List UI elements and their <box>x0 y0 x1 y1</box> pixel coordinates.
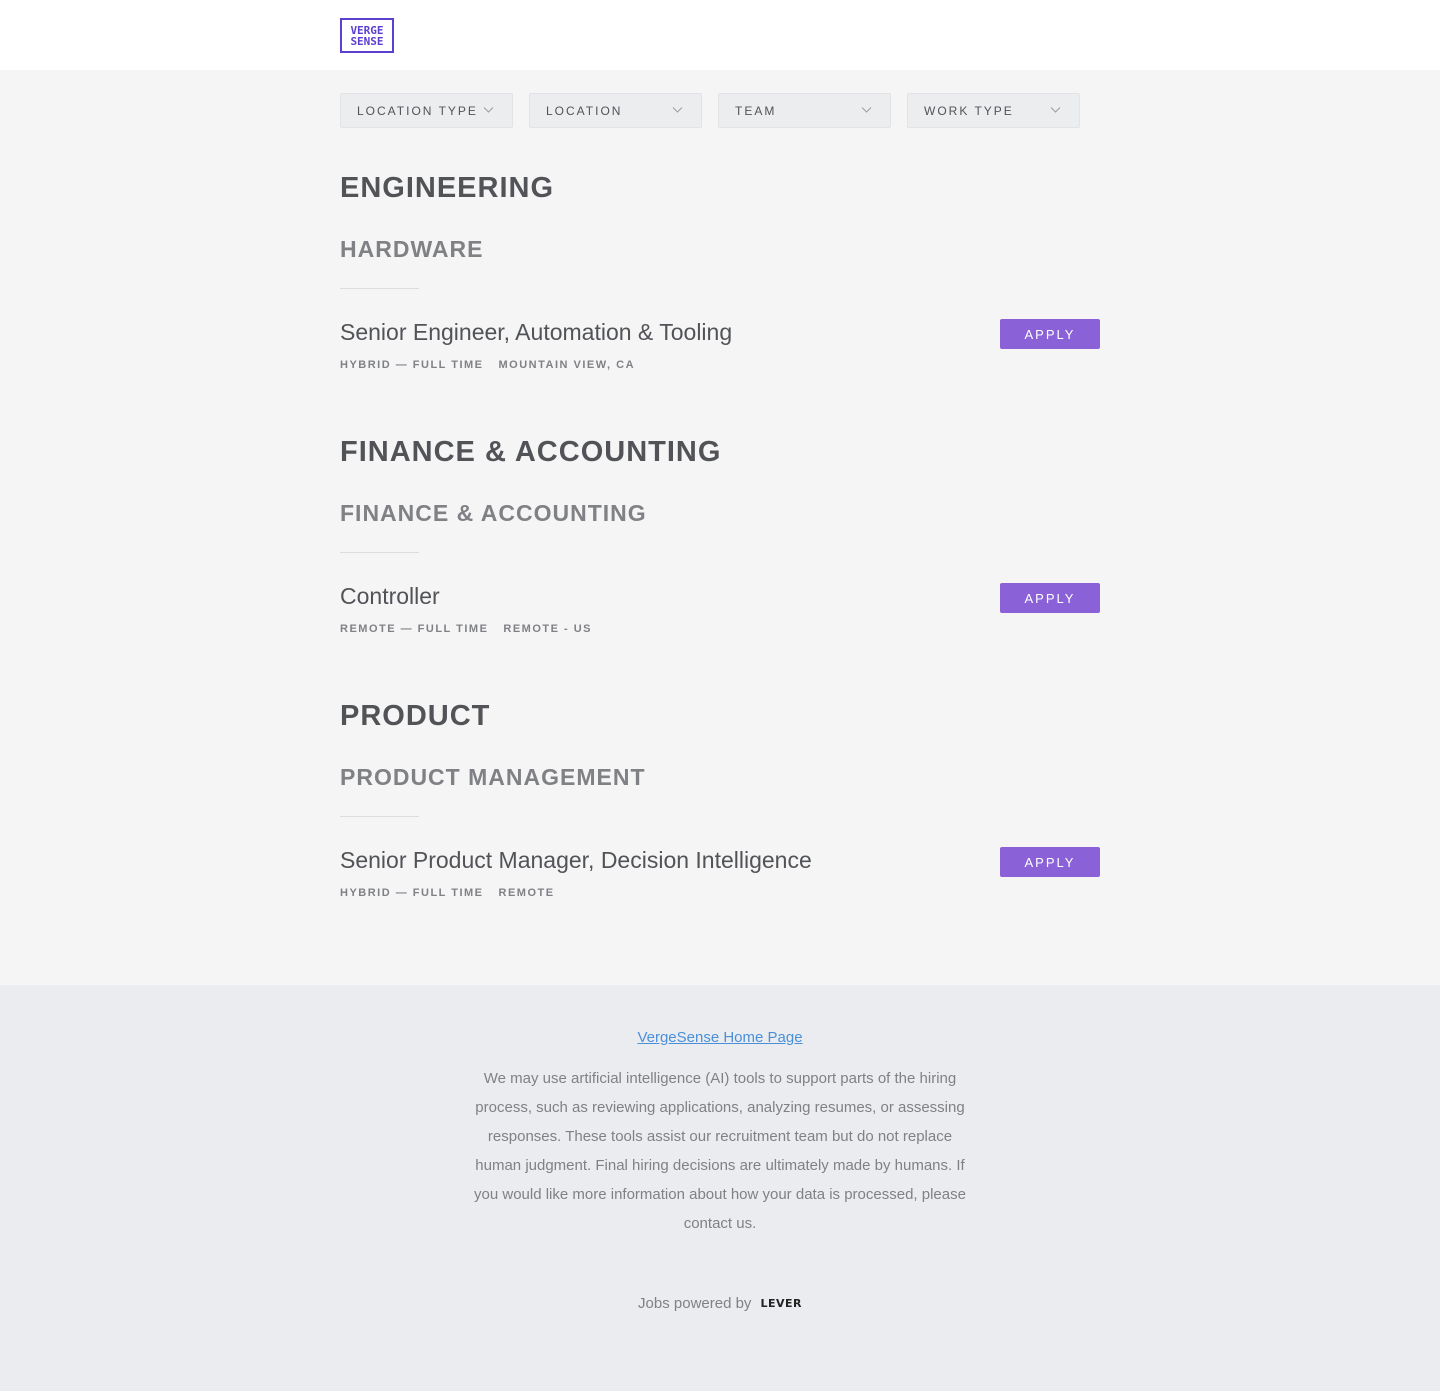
job-posting[interactable]: Controller REMOTE — FULL TIME REMOTE - U… <box>340 583 1100 643</box>
team-heading: PRODUCT MANAGEMENT <box>340 764 646 790</box>
home-page-link[interactable]: VergeSense Home Page <box>637 1029 802 1046</box>
job-posting[interactable]: Senior Engineer, Automation & Tooling HY… <box>340 319 1100 379</box>
job-commitment: HYBRID — FULL TIME <box>340 359 484 371</box>
job-commitment: HYBRID — FULL TIME <box>340 887 484 899</box>
job-location: REMOTE <box>498 887 555 899</box>
department-section: FINANCE & ACCOUNTING FINANCE & ACCOUNTIN… <box>340 436 1100 643</box>
filter-location-type[interactable]: LOCATION TYPE <box>340 93 513 128</box>
job-commitment: REMOTE — FULL TIME <box>340 623 489 635</box>
ai-notice: We may use artificial intelligence (AI) … <box>474 1070 966 1232</box>
filter-work-type[interactable]: WORK TYPE <box>907 93 1080 128</box>
apply-button[interactable]: APPLY <box>1000 583 1100 613</box>
job-meta: REMOTE — FULL TIME REMOTE - US <box>340 623 592 635</box>
job-title[interactable]: Senior Product Manager, Decision Intelli… <box>340 847 812 874</box>
page-header: VERGE SENSE <box>0 0 1440 70</box>
chevron-down-icon <box>1050 104 1061 115</box>
job-title[interactable]: Senior Engineer, Automation & Tooling <box>340 319 732 346</box>
logo-line-2: SENSE <box>350 34 384 48</box>
divider <box>340 288 419 289</box>
filter-label: WORK TYPE <box>924 103 1014 118</box>
job-meta: HYBRID — FULL TIME REMOTE <box>340 887 555 899</box>
department-heading: ENGINEERING <box>340 172 555 204</box>
department-section: PRODUCT PRODUCT MANAGEMENT Senior Produc… <box>340 700 1100 907</box>
divider <box>340 816 419 817</box>
department-heading: PRODUCT <box>340 700 491 732</box>
job-meta: HYBRID — FULL TIME MOUNTAIN VIEW, CA <box>340 359 635 371</box>
apply-button[interactable]: APPLY <box>1000 319 1100 349</box>
divider <box>340 552 419 553</box>
page-footer: VergeSense Home Page We may use artifici… <box>0 985 1440 1391</box>
chevron-down-icon <box>483 104 494 115</box>
postings-main: LOCATION TYPE LOCATION TEAM WORK TYPE EN… <box>340 70 1100 985</box>
team-heading: HARDWARE <box>340 236 484 262</box>
filter-label: TEAM <box>735 103 777 118</box>
job-location: REMOTE - US <box>503 623 593 635</box>
logo-line-1: VERGE <box>350 23 384 37</box>
powered-by-text: Jobs powered by <box>638 1295 752 1312</box>
filter-bar: LOCATION TYPE LOCATION TEAM WORK TYPE <box>340 93 1100 128</box>
powered-by: Jobs powered by LEVER <box>0 1295 1440 1312</box>
filter-location[interactable]: LOCATION <box>529 93 702 128</box>
chevron-down-icon <box>861 104 872 115</box>
filter-label: LOCATION <box>546 103 623 118</box>
job-title[interactable]: Controller <box>340 583 440 610</box>
team-heading: FINANCE & ACCOUNTING <box>340 500 647 526</box>
filter-label: LOCATION TYPE <box>357 103 478 118</box>
filter-team[interactable]: TEAM <box>718 93 891 128</box>
job-location: MOUNTAIN VIEW, CA <box>498 359 636 371</box>
lever-logo[interactable]: LEVER <box>760 1297 802 1310</box>
vergesense-logo[interactable]: VERGE SENSE <box>340 18 394 53</box>
job-posting[interactable]: Senior Product Manager, Decision Intelli… <box>340 847 1100 907</box>
department-heading: FINANCE & ACCOUNTING <box>340 436 722 468</box>
apply-button[interactable]: APPLY <box>1000 847 1100 877</box>
chevron-down-icon <box>672 104 683 115</box>
department-section: ENGINEERING HARDWARE Senior Engineer, Au… <box>340 172 1100 379</box>
